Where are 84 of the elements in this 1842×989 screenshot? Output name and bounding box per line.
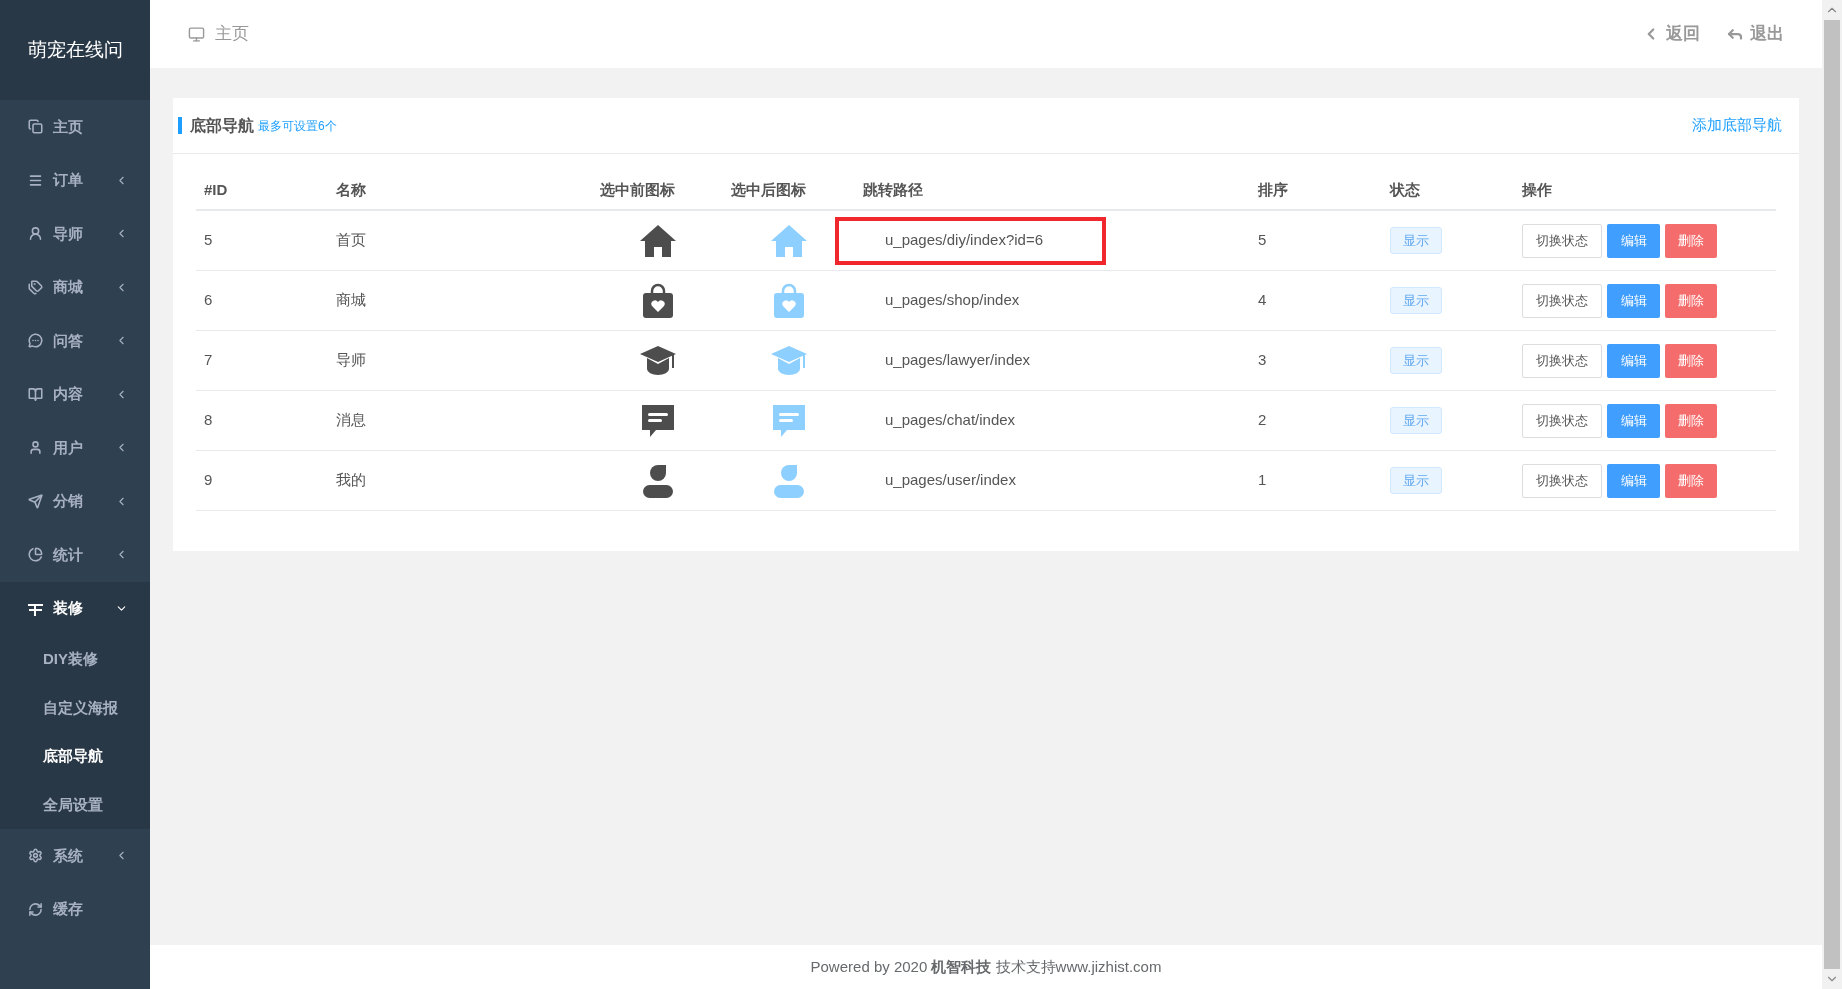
- delete-button[interactable]: 删除: [1665, 463, 1717, 498]
- table-cell: 1: [1258, 471, 1267, 489]
- tags-icon: [28, 279, 43, 295]
- copy-icon: [28, 119, 43, 135]
- back-link[interactable]: 返回: [1642, 21, 1700, 47]
- delete-button[interactable]: 删除: [1665, 403, 1717, 438]
- table-cell: 2: [1258, 411, 1267, 429]
- submenu-item[interactable]: 自定义海报: [0, 683, 150, 732]
- edit-button[interactable]: 编辑: [1607, 403, 1660, 438]
- status-tag: 显示: [1390, 346, 1442, 375]
- toggle-status-button[interactable]: 切换状态: [1522, 223, 1602, 258]
- sidebar-item[interactable]: 用户: [0, 421, 150, 475]
- column-header: 选中前图标: [600, 181, 675, 198]
- column-header: 选中后图标: [731, 181, 806, 198]
- edit-button[interactable]: 编辑: [1607, 283, 1660, 318]
- table-cell: 6: [204, 291, 213, 309]
- submenu-item[interactable]: 底部导航: [0, 732, 150, 781]
- status-tag: 显示: [1390, 226, 1442, 255]
- delete-button[interactable]: 删除: [1665, 343, 1717, 378]
- pie-chart-icon: [28, 547, 43, 563]
- sidebar-item[interactable]: 商城: [0, 260, 150, 314]
- card-title: 底部导航: [190, 115, 254, 136]
- table-cell: 7: [204, 351, 213, 369]
- table-cell: 我的: [336, 471, 366, 489]
- column-header: 状态: [1390, 181, 1420, 198]
- toggle-status-button[interactable]: 切换状态: [1522, 463, 1602, 498]
- delete-button[interactable]: 删除: [1665, 283, 1717, 318]
- delete-button[interactable]: 删除: [1665, 223, 1717, 258]
- table-cell: 导师: [336, 351, 366, 369]
- submenu-item[interactable]: DIY装修: [0, 635, 150, 684]
- book-icon: [28, 386, 43, 402]
- edit-button[interactable]: 编辑: [1607, 343, 1660, 378]
- person-icon: [28, 226, 43, 242]
- table-cell-text: u_pages/lawyer/index: [884, 350, 1032, 371]
- sidebar-item[interactable]: 分销: [0, 474, 150, 528]
- user-icon: [28, 440, 43, 456]
- footer-text: Powered by 2020 机智科技 技术支持www.jizhist.com: [810, 956, 1162, 977]
- toggle-status-button[interactable]: 切换状态: [1522, 343, 1602, 378]
- status-tag: 显示: [1390, 466, 1442, 495]
- table-cell: 5: [204, 231, 213, 249]
- sidebar-item[interactable]: 导师: [0, 207, 150, 261]
- column-header: #ID: [204, 181, 228, 198]
- column-header: 排序: [1258, 181, 1288, 198]
- sidebar-item[interactable]: 统计: [0, 528, 150, 582]
- column-header: 跳转路径: [863, 181, 923, 198]
- toggle-status-button[interactable]: 切换状态: [1522, 283, 1602, 318]
- sidebar-item[interactable]: 装修: [0, 581, 150, 635]
- add-link[interactable]: 添加底部导航: [1692, 114, 1782, 137]
- table-cell: 3: [1258, 351, 1267, 369]
- sidebar-item[interactable]: 问答: [0, 314, 150, 368]
- monitor-icon: [188, 25, 205, 43]
- submenu-item[interactable]: 全局设置: [0, 780, 150, 829]
- app-logo: 萌宠在线问: [0, 0, 150, 100]
- table-cell: 8: [204, 411, 213, 429]
- table-cell-text: u_pages/shop/index: [884, 290, 1021, 311]
- table-cell: 商城: [336, 291, 366, 309]
- table-cell: 5: [1258, 231, 1267, 249]
- toggle-status-button[interactable]: 切换状态: [1522, 403, 1602, 438]
- status-tag: 显示: [1390, 406, 1442, 435]
- table-cell: 首页: [336, 231, 366, 249]
- column-header: 名称: [336, 181, 366, 198]
- menu-icon: [28, 172, 43, 188]
- table-cell-text: u_pages/user/index: [884, 470, 1017, 491]
- sidebar-item[interactable]: 主页: [0, 100, 150, 154]
- card-hint: 最多可设置6个: [258, 117, 338, 135]
- sidebar-item[interactable]: 订单: [0, 153, 150, 207]
- edit-button[interactable]: 编辑: [1607, 463, 1660, 498]
- sidebar-item[interactable]: 缓存: [0, 882, 150, 936]
- table-cell: 9: [204, 471, 213, 489]
- sidebar-item[interactable]: 系统: [0, 829, 150, 883]
- refresh-icon: [28, 901, 43, 917]
- table-cell-text: u_pages/chat/index: [884, 410, 1017, 431]
- status-tag: 显示: [1390, 286, 1442, 315]
- breadcrumb[interactable]: 主页: [215, 21, 1642, 47]
- table-cell: 消息: [336, 411, 366, 429]
- sidebar-item[interactable]: 内容: [0, 367, 150, 421]
- edit-button[interactable]: 编辑: [1607, 223, 1660, 258]
- table-cell: 4: [1258, 291, 1267, 309]
- chat-bubble-icon: [28, 333, 43, 349]
- settings-icon: [28, 848, 43, 864]
- table-cell: u_pages/diy/index?id=6: [835, 216, 1106, 265]
- column-header: 操作: [1522, 181, 1552, 198]
- paper-plane-icon: [28, 493, 43, 509]
- logout-link[interactable]: 退出: [1726, 21, 1784, 47]
